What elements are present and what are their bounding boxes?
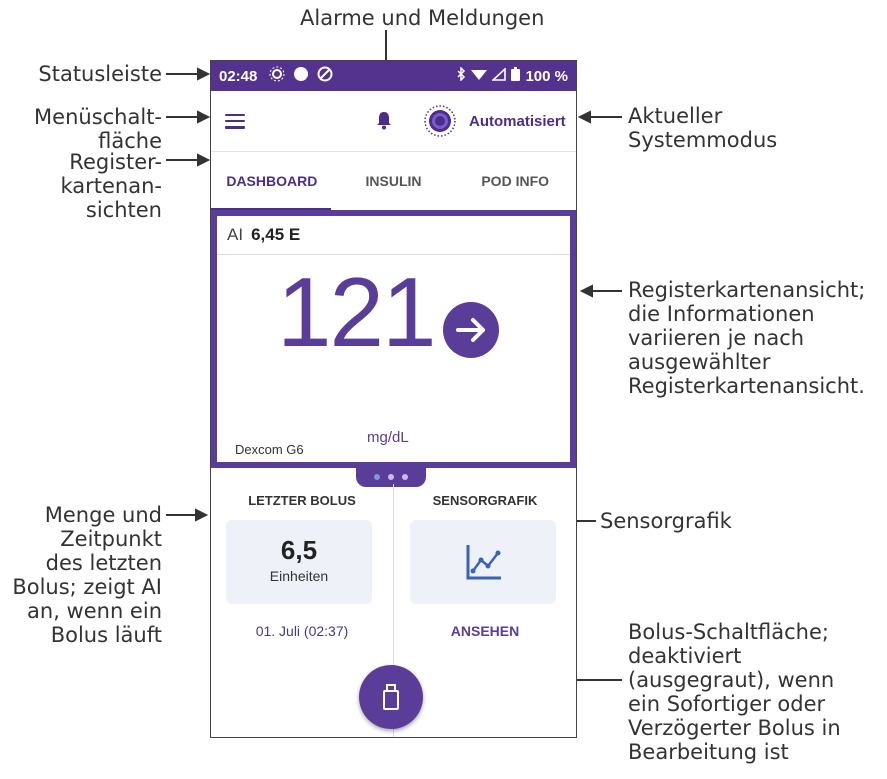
last-bolus-header: LETZTER BOLUS — [248, 493, 356, 508]
page-dot — [374, 474, 380, 480]
page-indicator[interactable] — [356, 467, 426, 487]
signal-icon — [491, 66, 507, 85]
callout-tab-view: Registerkartenansicht; die Informationen… — [628, 278, 866, 398]
callout-sensor-graph: Sensorgrafik — [600, 509, 732, 533]
battery-percent: 100 % — [525, 67, 568, 85]
tab-insulin[interactable]: INSULIN — [333, 152, 455, 210]
chart-line-icon — [465, 543, 503, 585]
sensor-graph-box[interactable] — [410, 520, 556, 604]
sun-icon — [269, 66, 285, 86]
page-dot — [388, 474, 394, 480]
insulin-on-board-row: AI 6,45 E — [217, 216, 570, 255]
sensor-name: Dexcom G6 — [235, 442, 304, 457]
page-dot — [402, 474, 408, 480]
bolus-button[interactable] — [359, 665, 423, 729]
callout-tab-views: Register- kartenan- sichten — [60, 150, 162, 222]
battery-icon — [511, 67, 521, 85]
last-bolus-datetime: 01. Juli (02:37) — [255, 623, 349, 639]
tab-pod-info[interactable]: POD INFO — [454, 152, 576, 210]
glucose-value: 121 — [277, 257, 437, 367]
menu-icon[interactable] — [225, 113, 245, 129]
bolus-icon — [381, 683, 401, 715]
iob-label: AI — [227, 225, 244, 244]
bell-icon[interactable] — [376, 111, 392, 134]
no-disturb-icon — [317, 66, 333, 86]
callout-statusbar: Statusleiste — [38, 62, 162, 86]
app-bar: Automatisiert — [211, 91, 576, 152]
view-graph-link[interactable]: ANSEHEN — [394, 623, 576, 639]
callout-menu: Menüschalt- fläche — [34, 105, 162, 153]
phone-screen: 02:48 100 % Automatisiert DASHBOARD INSU… — [210, 60, 577, 738]
bluetooth-icon — [456, 66, 466, 85]
tab-dashboard[interactable]: DASHBOARD — [211, 152, 333, 210]
wifi-icon — [471, 68, 488, 85]
sensor-graph-header: SENSORGRAFIK — [432, 493, 538, 508]
dashboard-card[interactable]: AI 6,45 E 121 mg/dL Dexcom G6 — [211, 210, 576, 468]
automated-mode-icon — [423, 104, 457, 142]
tab-bar: DASHBOARD INSULIN POD INFO — [211, 152, 576, 211]
iob-value: 6,45 E — [251, 225, 301, 244]
callout-alarms: Alarme und Meldungen — [300, 6, 545, 30]
system-mode-label: Automatisiert — [469, 113, 566, 130]
dashboard-card-inner: AI 6,45 E 121 mg/dL Dexcom G6 — [217, 216, 570, 462]
last-bolus-box: 6,5 Einheiten — [226, 520, 372, 604]
callout-system-mode: Aktueller Systemmodus — [628, 104, 778, 152]
last-bolus-unit: Einheiten — [269, 568, 329, 584]
callout-last-bolus: Menge und Zeitpunkt des letzten Bolus; z… — [12, 503, 162, 647]
callout-bolus-button: Bolus-Schaltfläche; deaktiviert (ausgegr… — [628, 620, 841, 764]
status-time: 02:48 — [219, 67, 258, 85]
arrow-right-icon — [443, 302, 499, 358]
status-bar: 02:48 100 % — [211, 61, 576, 91]
last-bolus-amount: 6,5 — [280, 535, 318, 565]
circle-icon — [293, 66, 309, 86]
glucose-unit: mg/dL — [367, 429, 409, 446]
